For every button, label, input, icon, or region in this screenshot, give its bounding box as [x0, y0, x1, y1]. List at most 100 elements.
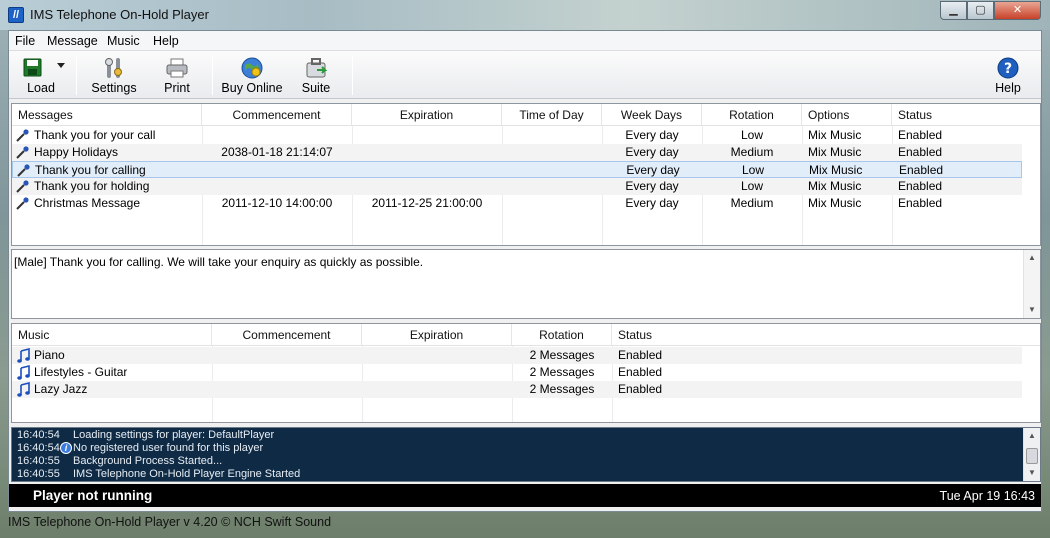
message-commencement: 2011-12-10 14:00:00 — [221, 196, 333, 210]
message-row[interactable]: Christmas Message 2011-12-10 14:00:00 20… — [12, 195, 1022, 212]
column-commencement[interactable]: Commencement — [202, 104, 352, 126]
scroll-down-icon[interactable]: ▼ — [1024, 302, 1040, 318]
column-week-days[interactable]: Week Days — [602, 104, 702, 126]
message-name: Christmas Message — [34, 196, 141, 210]
message-preview[interactable]: [Male] Thank you for calling. We will ta… — [11, 249, 1041, 319]
message-row[interactable]: Thank you for holding Every day Low Mix … — [12, 178, 1022, 195]
globe-icon — [241, 57, 263, 79]
settings-label: Settings — [91, 81, 137, 95]
scroll-up-icon[interactable]: ▲ — [1024, 428, 1040, 444]
music-rotation: 2 Messages — [529, 348, 595, 362]
status-datetime: Tue Apr 19 16:43 — [939, 489, 1035, 503]
message-expiration — [353, 162, 503, 179]
message-week-days: Every day — [625, 145, 679, 159]
message-commencement — [202, 178, 352, 195]
scroll-up-icon[interactable]: ▲ — [1024, 250, 1040, 266]
load-label: Load — [27, 81, 55, 95]
help-icon: ? — [997, 57, 1019, 79]
message-expiration: 2011-12-25 21:00:00 — [371, 196, 483, 210]
column-commencement[interactable]: Commencement — [212, 324, 362, 346]
footer-caption: IMS Telephone On-Hold Player v 4.20 © NC… — [8, 515, 332, 529]
music-row[interactable]: Lazy Jazz 2 Messages Enabled — [12, 381, 1022, 398]
message-row[interactable]: Thank you for your call Every day Low Mi… — [12, 127, 1022, 144]
music-row[interactable]: Piano 2 Messages Enabled — [12, 347, 1022, 364]
music-header: Music Commencement Expiration Rotation S… — [12, 324, 1040, 346]
help-label: Help — [995, 81, 1021, 95]
music-name: Lazy Jazz — [34, 382, 88, 396]
load-button[interactable]: Load — [15, 53, 67, 97]
message-status: Enabled — [899, 163, 944, 177]
column-expiration[interactable]: Expiration — [352, 104, 502, 126]
settings-icon — [105, 58, 122, 78]
maximize-button[interactable]: ▢ — [967, 1, 994, 20]
scroll-down-icon[interactable]: ▼ — [1024, 465, 1040, 481]
column-status[interactable]: Status — [892, 104, 1040, 126]
log-time: 16:40:54 — [17, 442, 60, 454]
window-client: File Message Music Help Load Settings Pr… — [8, 30, 1042, 512]
column-rotation[interactable]: Rotation — [702, 104, 802, 126]
log-time: 16:40:55 — [17, 455, 60, 467]
microphone-icon — [16, 180, 29, 193]
app-icon: // — [8, 7, 24, 23]
message-options: Mix Music — [808, 145, 862, 159]
column-messages[interactable]: Messages — [12, 104, 202, 126]
close-button[interactable]: ✕ — [994, 1, 1041, 20]
print-label: Print — [164, 81, 190, 95]
printer-icon — [166, 58, 188, 78]
music-note-icon — [17, 348, 30, 363]
message-row-selected[interactable]: Thank you for calling Every day Low Mix … — [12, 161, 1022, 178]
music-list[interactable]: Music Commencement Expiration Rotation S… — [11, 323, 1041, 423]
message-row[interactable]: Happy Holidays 2038-01-18 21:14:07 Every… — [12, 144, 1022, 161]
buy-online-button[interactable]: Buy Online — [219, 53, 285, 97]
microphone-icon — [16, 129, 29, 142]
message-week-days: Every day — [625, 179, 679, 193]
column-options[interactable]: Options — [802, 104, 892, 126]
suite-icon — [306, 58, 328, 78]
microphone-icon — [16, 197, 29, 210]
column-music[interactable]: Music — [12, 324, 212, 346]
log-message: Background Process Started... — [73, 455, 223, 467]
message-expiration — [352, 127, 502, 144]
message-name: Happy Holidays — [34, 145, 119, 159]
log-message: No registered user found for this player — [73, 442, 264, 454]
column-expiration[interactable]: Expiration — [362, 324, 512, 346]
message-rotation: Medium — [730, 145, 774, 159]
message-rotation: Medium — [730, 196, 774, 210]
column-status[interactable]: Status — [612, 324, 1040, 346]
menu-file[interactable]: File — [15, 34, 35, 48]
toolbar-separator — [352, 55, 353, 95]
music-status: Enabled — [618, 365, 663, 379]
buy-online-label: Buy Online — [221, 81, 283, 95]
message-week-days: Every day — [625, 196, 679, 210]
print-button[interactable]: Print — [154, 53, 200, 97]
scroll-thumb[interactable] — [1026, 448, 1038, 464]
messages-list[interactable]: Messages Commencement Expiration Time of… — [11, 103, 1041, 246]
menu-music[interactable]: Music — [107, 34, 140, 48]
menu-bar: File Message Music Help — [9, 31, 1041, 51]
message-options: Mix Music — [808, 128, 862, 142]
preview-text: [Male] Thank you for calling. We will ta… — [14, 255, 424, 269]
microphone-icon — [16, 146, 29, 159]
microphone-icon — [17, 164, 30, 177]
column-rotation[interactable]: Rotation — [512, 324, 612, 346]
log-scrollbar[interactable]: ▲ ▼ — [1023, 428, 1040, 481]
event-log[interactable]: 16:40:54 Loading settings for player: De… — [11, 427, 1041, 482]
message-week-days: Every day — [625, 128, 679, 142]
toolbar-separator — [76, 55, 77, 95]
menu-message[interactable]: Message — [47, 34, 98, 48]
minimize-button[interactable]: ▁ — [940, 1, 967, 20]
music-row[interactable]: Lifestyles - Guitar 2 Messages Enabled — [12, 364, 1022, 381]
chevron-down-icon[interactable] — [57, 63, 65, 68]
message-name: Thank you for holding — [34, 179, 150, 193]
message-commencement: 2038-01-18 21:14:07 — [221, 145, 333, 159]
info-icon: i — [60, 442, 72, 454]
column-time-of-day[interactable]: Time of Day — [502, 104, 602, 126]
suite-button[interactable]: Suite — [291, 53, 341, 97]
messages-header: Messages Commencement Expiration Time of… — [12, 104, 1040, 126]
help-button[interactable]: ? Help — [985, 53, 1031, 97]
settings-button[interactable]: Settings — [87, 53, 141, 97]
message-status: Enabled — [898, 196, 943, 210]
menu-help[interactable]: Help — [153, 34, 179, 48]
message-rotation: Low — [740, 128, 763, 142]
preview-scrollbar[interactable]: ▲ ▼ — [1023, 250, 1040, 318]
